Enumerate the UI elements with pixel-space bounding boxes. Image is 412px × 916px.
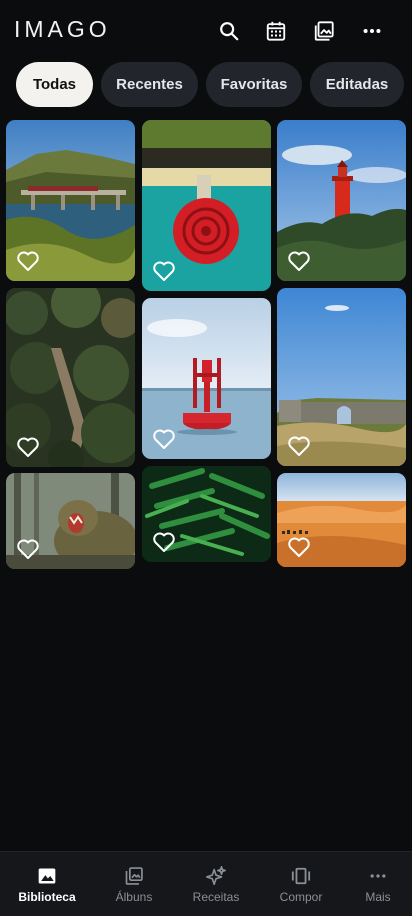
image-icon [35,864,59,888]
photo-tile[interactable] [142,466,271,562]
favorite-heart-icon[interactable] [16,538,40,560]
favorite-heart-icon[interactable] [287,250,311,272]
favorite-heart-icon[interactable] [287,435,311,457]
gallery-icon[interactable] [311,18,337,44]
chip-recentes[interactable]: Recentes [101,62,198,107]
favorite-heart-icon[interactable] [152,260,176,282]
albums-icon [122,864,146,888]
favorite-heart-icon[interactable] [152,531,176,553]
photo-tile[interactable] [6,288,135,467]
chip-todas[interactable]: Todas [16,62,93,107]
nav-biblioteca[interactable]: Biblioteca [7,852,87,916]
photo-tile[interactable] [142,298,271,459]
filter-chips: Todas Recentes Favoritas Editadas [0,62,412,110]
nav-mais[interactable]: Mais [338,852,412,916]
nav-receitas[interactable]: Receitas [176,852,256,916]
nav-label-compor: Compor [279,890,323,904]
calendar-icon[interactable] [263,18,289,44]
nav-label-biblioteca: Biblioteca [18,890,76,904]
chip-editadas[interactable]: Editadas [310,62,404,107]
favorite-heart-icon[interactable] [16,250,40,272]
favorite-heart-icon[interactable] [16,436,40,458]
more-horizontal-icon [366,864,390,888]
nav-label-mais: Mais [365,890,391,904]
favorite-heart-icon[interactable] [287,536,311,558]
chip-favoritas[interactable]: Favoritas [206,62,302,107]
sparkle-icon [204,864,228,888]
nav-compor[interactable]: Compor [261,852,341,916]
photo-tile[interactable] [6,120,135,281]
bottom-navigation: Biblioteca Álbuns Receitas Compor Mais [0,851,412,916]
nav-label-albuns: Álbuns [115,890,153,904]
nav-albuns[interactable]: Álbuns [94,852,174,916]
search-icon[interactable] [216,18,242,44]
photo-tile[interactable] [6,473,135,569]
carousel-icon [289,864,313,888]
app-title: IMAGO [14,16,111,42]
photo-tile[interactable] [142,120,271,291]
photo-tile[interactable] [277,120,406,281]
top-app-bar: IMAGO [0,0,412,62]
photo-tile[interactable] [277,473,406,567]
more-options-icon[interactable] [359,18,385,44]
photo-tile[interactable] [277,288,406,466]
nav-label-receitas: Receitas [192,890,240,904]
favorite-heart-icon[interactable] [152,428,176,450]
